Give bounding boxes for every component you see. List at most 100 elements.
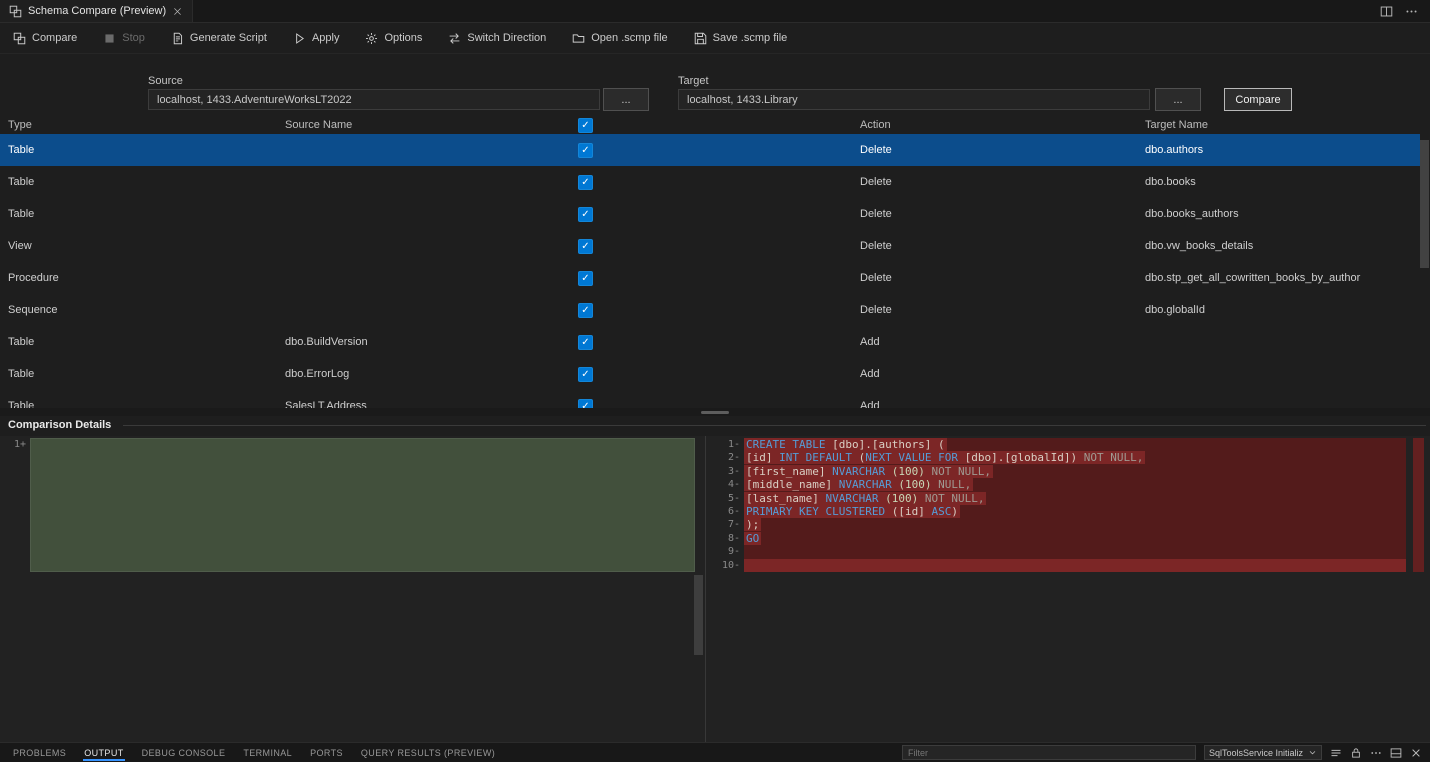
table-row[interactable]: Tabledbo.ErrorLogAdd: [0, 358, 1420, 390]
panel-tab-bar: PROBLEMSOUTPUTDEBUG CONSOLETERMINALPORTS…: [0, 743, 504, 762]
include-checkbox[interactable]: [578, 271, 593, 286]
save-scmp-button[interactable]: Save .scmp file: [685, 28, 797, 49]
comparison-details-header: Comparison Details: [8, 417, 1426, 433]
overview-ruler: [1413, 438, 1424, 572]
open-scmp-button[interactable]: Open .scmp file: [563, 28, 676, 49]
apply-button[interactable]: Apply: [284, 28, 349, 49]
include-checkbox[interactable]: [578, 239, 593, 254]
save-icon: [694, 32, 707, 45]
panel-controls: SqlToolsService Initializ: [902, 745, 1430, 760]
code-line: [744, 545, 1406, 558]
lock-scroll-icon[interactable]: [1350, 747, 1362, 759]
diff-source-pane[interactable]: 1+: [0, 436, 706, 742]
line-number: 10-: [706, 559, 740, 572]
source-browse-button[interactable]: ...: [603, 88, 649, 111]
row-action: Delete: [860, 208, 1145, 220]
close-panel-icon[interactable]: [1410, 747, 1422, 759]
compare-icon: [13, 32, 26, 45]
table-row[interactable]: ViewDeletedbo.vw_books_details: [0, 230, 1420, 262]
code-line: GO: [744, 532, 1406, 545]
include-checkbox[interactable]: [578, 335, 593, 350]
target-input[interactable]: [678, 89, 1150, 110]
row-source-name: dbo.BuildVersion: [285, 336, 578, 348]
script-icon: [171, 32, 184, 45]
line-number: 2-: [706, 451, 740, 464]
col-header-action[interactable]: Action: [860, 119, 1145, 131]
source-input[interactable]: [148, 89, 600, 110]
row-type: Procedure: [8, 272, 285, 284]
more-actions-icon[interactable]: [1405, 5, 1418, 18]
panel-tab-ports[interactable]: PORTS: [301, 743, 352, 762]
left-scrollbar-thumb[interactable]: [694, 575, 703, 655]
splitter-handle[interactable]: [701, 411, 729, 414]
panel-tab-terminal[interactable]: TERMINAL: [234, 743, 301, 762]
open-icon: [572, 32, 585, 45]
maximize-panel-icon[interactable]: [1390, 747, 1402, 759]
include-checkbox[interactable]: [578, 143, 593, 158]
left-line-numbers: 1+: [0, 438, 26, 451]
line-number: 1-: [706, 438, 740, 451]
stop-label: Stop: [122, 32, 145, 44]
include-checkbox[interactable]: [578, 303, 593, 318]
row-source-name: dbo.ErrorLog: [285, 368, 578, 380]
generate-script-label: Generate Script: [190, 32, 267, 44]
row-target-name: dbo.globalId: [1145, 304, 1420, 316]
diff-editor: 1+ 1-2-3-4-5-6-7-8-9-10- CREATE TABLE [d…: [0, 436, 1430, 742]
code-line: [middle_name] NVARCHAR (100) NULL,: [744, 478, 1406, 491]
switch-direction-button[interactable]: Switch Direction: [439, 28, 555, 49]
line-number: 7-: [706, 518, 740, 531]
table-row[interactable]: ProcedureDeletedbo.stp_get_all_cowritten…: [0, 262, 1420, 294]
table-row[interactable]: TableDeletedbo.books_authors: [0, 198, 1420, 230]
row-type: Table: [8, 368, 285, 380]
line-number: 8-: [706, 532, 740, 545]
word-wrap-icon[interactable]: [1330, 747, 1342, 759]
table-row[interactable]: TableDeletedbo.authors: [0, 134, 1420, 166]
tab-schema-compare[interactable]: Schema Compare (Preview): [0, 0, 193, 22]
include-checkbox[interactable]: [578, 207, 593, 222]
include-checkbox[interactable]: [578, 175, 593, 190]
col-header-source-name[interactable]: Source Name: [285, 119, 578, 131]
include-checkbox[interactable]: [578, 367, 593, 382]
target-browse-button[interactable]: ...: [1155, 88, 1201, 111]
apply-label: Apply: [312, 32, 340, 44]
col-header-target-name[interactable]: Target Name: [1145, 119, 1420, 131]
grid-scrollbar[interactable]: [1420, 134, 1429, 410]
table-row[interactable]: TableSalesLT.AddressAdd: [0, 390, 1420, 410]
compare-button[interactable]: Compare: [1224, 88, 1292, 111]
grid-header: Type Source Name Action Target Name: [0, 116, 1420, 134]
panel-tab-problems[interactable]: PROBLEMS: [4, 743, 75, 762]
compare-button[interactable]: Compare: [4, 28, 86, 49]
row-type: Table: [8, 336, 285, 348]
panel-tab-output[interactable]: OUTPUT: [75, 743, 132, 762]
chevron-down-icon: [1308, 748, 1317, 757]
panel-tab-query-results-preview[interactable]: QUERY RESULTS (PREVIEW): [352, 743, 504, 762]
table-row[interactable]: Tabledbo.BuildVersionAdd: [0, 326, 1420, 358]
options-button[interactable]: Options: [356, 28, 431, 49]
stop-icon: [103, 32, 116, 45]
options-label: Options: [384, 32, 422, 44]
splitter: [0, 408, 1430, 416]
panel-more-actions-icon[interactable]: [1370, 747, 1382, 759]
generate-script-button[interactable]: Generate Script: [162, 28, 276, 49]
code-line: CREATE TABLE [dbo].[authors] (: [744, 438, 1406, 451]
line-number: 4-: [706, 478, 740, 491]
col-header-type[interactable]: Type: [8, 119, 285, 131]
line-number: 3-: [706, 465, 740, 478]
scrollbar-thumb[interactable]: [1420, 140, 1429, 268]
close-tab-icon[interactable]: [172, 6, 183, 17]
table-row[interactable]: TableDeletedbo.books: [0, 166, 1420, 198]
row-type: View: [8, 240, 285, 252]
diff-empty-region: [30, 438, 695, 572]
panel-tab-debug-console[interactable]: DEBUG CONSOLE: [133, 743, 235, 762]
output-channel-select[interactable]: SqlToolsService Initializ: [1204, 745, 1322, 760]
line-number: 9-: [706, 545, 740, 558]
target-label: Target: [678, 75, 709, 87]
table-row[interactable]: SequenceDeletedbo.globalId: [0, 294, 1420, 326]
split-editor-icon[interactable]: [1380, 5, 1393, 18]
editor-tab-bar: Schema Compare (Preview): [0, 0, 1430, 23]
diff-target-pane[interactable]: 1-2-3-4-5-6-7-8-9-10- CREATE TABLE [dbo]…: [706, 436, 1430, 742]
output-filter-input[interactable]: [902, 745, 1196, 760]
play-icon: [293, 32, 306, 45]
select-all-checkbox[interactable]: [578, 118, 593, 133]
stop-button: Stop: [94, 28, 154, 49]
